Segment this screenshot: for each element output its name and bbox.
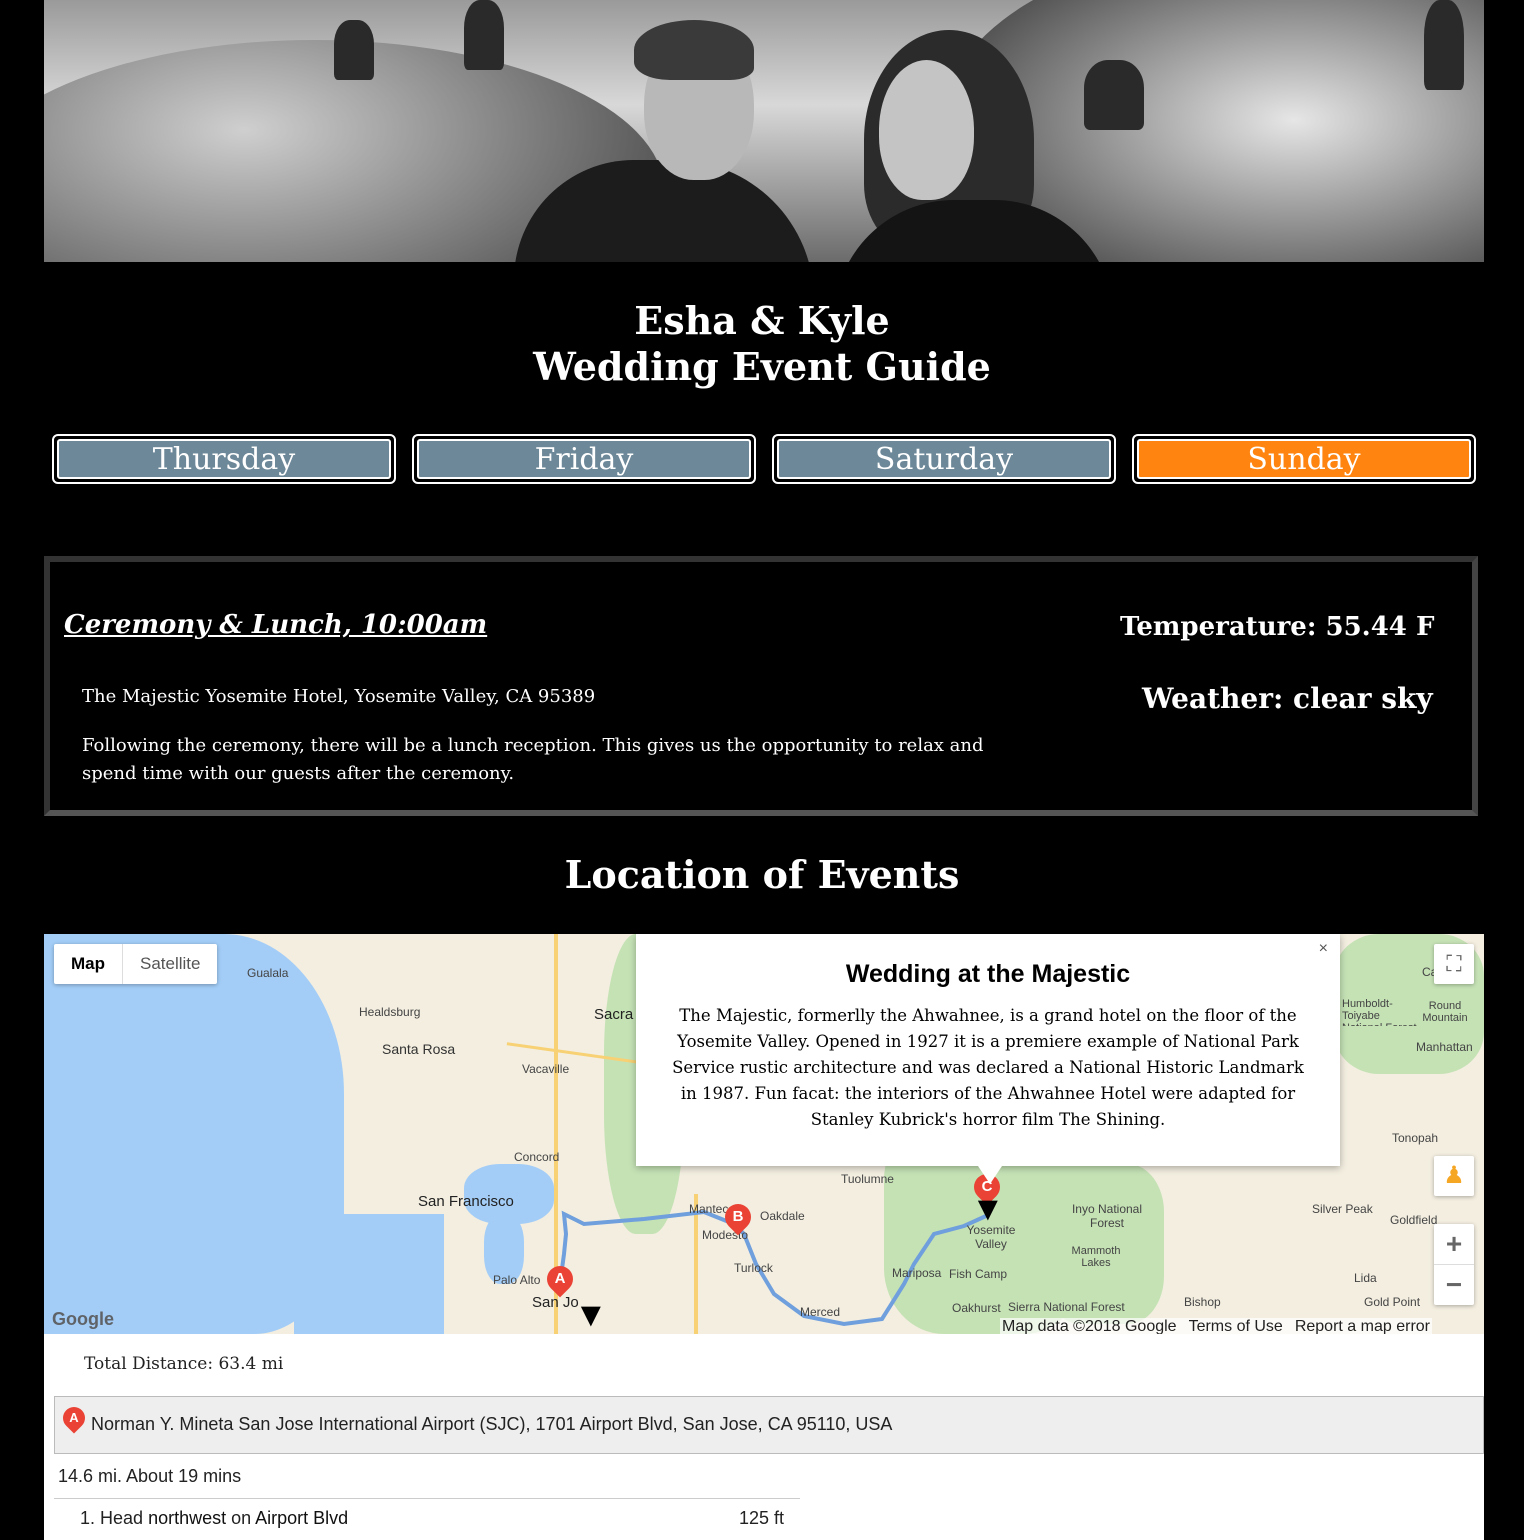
map-label: Goldfield	[1390, 1213, 1438, 1227]
map-label: Manhattan	[1416, 1040, 1473, 1054]
marker-a[interactable]: A	[541, 1260, 579, 1298]
chevron-down-icon: ▼	[971, 1190, 1005, 1228]
map-label: Sierra National Forest	[1008, 1300, 1125, 1314]
report-error-link[interactable]: Report a map error	[1295, 1318, 1430, 1334]
map-label: Tonopah	[1392, 1131, 1439, 1145]
day-tabs: Thursday Friday Saturday Sunday	[52, 434, 1476, 484]
directions-panel: Total Distance: 63.4 mi A Norman Y. Mine…	[44, 1334, 1484, 1540]
pegman-icon[interactable]: ♟	[1434, 1156, 1474, 1196]
map-label: Mammoth Lakes	[1071, 1245, 1121, 1269]
hero-photo	[44, 0, 1484, 262]
map-label: Healdsburg	[359, 1005, 421, 1019]
map-label: Gold Point	[1364, 1295, 1421, 1309]
total-distance: Total Distance: 63.4 mi	[84, 1354, 284, 1374]
map-label: San Francisco	[418, 1193, 514, 1210]
location-heading: Location of Events	[564, 852, 960, 897]
map-label: Lida	[1354, 1271, 1377, 1285]
marker-label: B	[732, 1208, 744, 1225]
map-attribution: Map data ©2018 Google Terms of Use Repor…	[1000, 1318, 1432, 1334]
info-title: Wedding at the Majestic	[845, 960, 1131, 988]
step-text: Head	[100, 1508, 149, 1528]
map-data-credit: Map data ©2018 Google	[1002, 1318, 1177, 1334]
map-type-map[interactable]: Map	[54, 944, 123, 984]
temperature: Temperature: 55.44 F	[1120, 612, 1435, 642]
marker-label: A	[554, 1270, 566, 1287]
tab-thursday[interactable]: Thursday	[52, 434, 396, 484]
start-address: Norman Y. Mineta San Jose International …	[91, 1414, 893, 1434]
fullscreen-icon[interactable]: ⛶	[1434, 944, 1474, 984]
map-label: Merced	[800, 1305, 841, 1319]
tab-label: Thursday	[57, 439, 391, 479]
map-label: San Jo	[532, 1294, 579, 1311]
info-body: The Majestic, formerlly the Ahwahnee, is…	[672, 1006, 1304, 1129]
event-card: Ceremony & Lunch, 10:00am The Majestic Y…	[44, 556, 1478, 816]
page-title: Wedding Event Guide	[533, 344, 991, 389]
event-description: Following the ceremony, there will be a …	[82, 735, 984, 784]
map-label: Sacra	[594, 1006, 634, 1023]
map-label: Turlock	[734, 1261, 773, 1275]
groom-figure	[514, 10, 814, 262]
map-label: Vacaville	[522, 1062, 570, 1076]
event-address: The Majestic Yosemite Hotel, Yosemite Va…	[82, 686, 596, 707]
weather: Weather: clear sky	[1142, 682, 1433, 715]
step-road: Airport Blvd	[255, 1508, 349, 1528]
map-label: Bishop	[1184, 1295, 1221, 1309]
bride-figure	[824, 20, 1124, 262]
map-label: Santa Rosa	[382, 1041, 456, 1057]
hero-tree	[1424, 0, 1464, 90]
marker-a-icon: A	[58, 1402, 90, 1434]
tab-friday[interactable]: Friday	[412, 434, 756, 484]
tab-saturday[interactable]: Saturday	[772, 434, 1116, 484]
close-icon[interactable]: ×	[1319, 940, 1328, 958]
tab-label: Sunday	[1137, 439, 1471, 479]
event-map[interactable]: Gualala Healdsburg Santa Rosa Vacaville …	[44, 934, 1484, 1334]
map-label: Silver Peak	[1312, 1202, 1373, 1216]
map-label: Oakhurst	[952, 1301, 1001, 1315]
tab-label: Friday	[417, 439, 751, 479]
map-label: Concord	[514, 1150, 560, 1164]
start-waypoint[interactable]: A Norman Y. Mineta San Jose Internationa…	[54, 1396, 1484, 1454]
step-distance: 125 ft	[738, 1508, 784, 1528]
hero-tree	[334, 20, 374, 80]
map-label: Tuolumne	[841, 1172, 894, 1186]
direction-step[interactable]: 1. Head northwest on Airport Blvd 125 ft	[54, 1498, 800, 1537]
map-label: Inyo National Forest	[1071, 1202, 1143, 1230]
map-label: Humboldt-Toiyabe National Forest	[1342, 998, 1417, 1026]
marker-label: A	[69, 1410, 79, 1425]
step-text: on	[226, 1508, 256, 1528]
hero-tree	[464, 0, 504, 70]
step-number: 1.	[80, 1508, 96, 1528]
map-type-satellite[interactable]: Satellite	[123, 944, 217, 984]
map-label: Oakdale	[760, 1209, 805, 1223]
zoom-in-icon[interactable]: +	[1434, 1224, 1474, 1264]
info-window: × Wedding at the Majestic The Majestic, …	[636, 934, 1340, 1184]
leg-summary: 14.6 mi. About 19 mins	[58, 1466, 242, 1486]
map-label: Mariposa	[892, 1266, 942, 1280]
map-label: Gualala	[247, 966, 289, 980]
event-title[interactable]: Ceremony & Lunch, 10:00am	[64, 610, 487, 640]
marker-b[interactable]: B	[719, 1198, 757, 1236]
map-type-control: Map Satellite	[54, 944, 218, 984]
chevron-down-icon: ▼	[574, 1296, 608, 1334]
google-logo: Google	[52, 1309, 114, 1329]
couple-names: Esha & Kyle	[634, 298, 890, 343]
map-label: Palo Alto	[493, 1273, 541, 1287]
tab-label: Saturday	[777, 439, 1111, 479]
tab-sunday[interactable]: Sunday	[1132, 434, 1476, 484]
zoom-out-icon[interactable]: −	[1434, 1265, 1474, 1305]
terms-link[interactable]: Terms of Use	[1189, 1318, 1283, 1334]
zoom-control: + −	[1434, 1224, 1474, 1305]
map-label: Fish Camp	[949, 1267, 1008, 1281]
step-direction: northwest	[148, 1508, 227, 1528]
